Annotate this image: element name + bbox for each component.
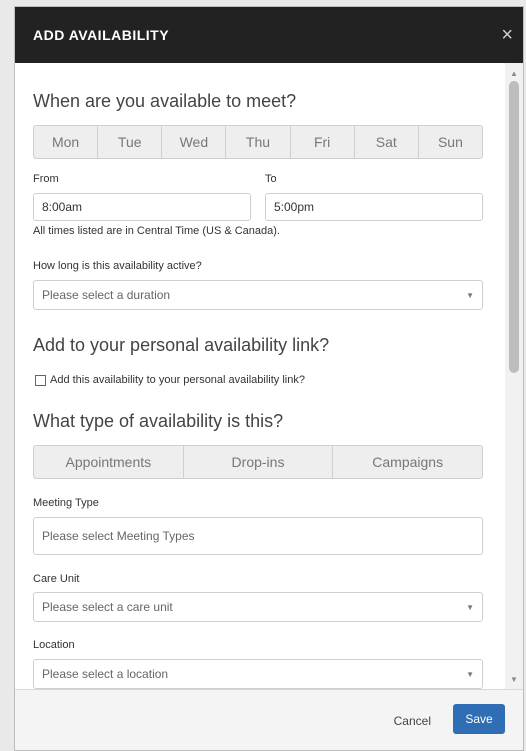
- type-campaigns[interactable]: Campaigns: [333, 446, 482, 478]
- modal-body: When are you available to meet? Mon Tue …: [15, 63, 523, 691]
- duration-placeholder: Please select a duration: [42, 288, 171, 302]
- scroll-thumb[interactable]: [509, 81, 519, 373]
- availability-type-selector: Appointments Drop-ins Campaigns: [33, 445, 483, 479]
- location-label: Location: [33, 639, 75, 651]
- cancel-button[interactable]: Cancel: [394, 714, 431, 728]
- day-mon[interactable]: Mon: [34, 126, 99, 158]
- care-unit-label: Care Unit: [33, 573, 80, 585]
- location-select[interactable]: Please select a location ▼: [33, 659, 483, 689]
- meeting-type-placeholder: Please select Meeting Types: [42, 529, 195, 543]
- duration-select[interactable]: Please select a duration ▼: [33, 280, 483, 310]
- care-unit-select[interactable]: Please select a care unit ▼: [33, 592, 483, 622]
- personal-link-heading: Add to your personal availability link?: [33, 335, 330, 355]
- personal-link-checkbox[interactable]: [35, 374, 46, 386]
- close-icon[interactable]: ×: [501, 25, 513, 45]
- scroll-down-icon[interactable]: ▼: [505, 673, 523, 687]
- meeting-type-select[interactable]: Please select Meeting Types: [33, 517, 483, 555]
- modal-footer: Cancel Save: [15, 689, 523, 750]
- type-drop-ins[interactable]: Drop-ins: [184, 446, 334, 478]
- caret-down-icon: ▼: [466, 290, 474, 300]
- availability-type-heading: What type of availability is this?: [33, 411, 284, 431]
- personal-link-checkbox-row: Add this availability to your personal a…: [35, 374, 305, 386]
- personal-link-checkbox-label: Add this availability to your personal a…: [50, 374, 305, 386]
- caret-down-icon: ▼: [466, 669, 474, 679]
- meeting-type-label: Meeting Type: [33, 497, 99, 509]
- day-wed[interactable]: Wed: [162, 126, 227, 158]
- day-sun[interactable]: Sun: [419, 126, 482, 158]
- location-placeholder: Please select a location: [42, 667, 169, 681]
- availability-heading: When are you available to meet?: [33, 91, 297, 111]
- save-button[interactable]: Save: [453, 704, 505, 734]
- care-unit-placeholder: Please select a care unit: [42, 600, 173, 614]
- add-availability-modal: ADD AVAILABILITY × When are you availabl…: [14, 6, 524, 751]
- timezone-note: All times listed are in Central Time (US…: [33, 225, 280, 237]
- day-thu[interactable]: Thu: [226, 126, 291, 158]
- day-fri[interactable]: Fri: [291, 126, 355, 158]
- type-appointments[interactable]: Appointments: [34, 446, 184, 478]
- modal-header: ADD AVAILABILITY ×: [15, 7, 523, 63]
- scrollbar[interactable]: ▲ ▼: [505, 63, 523, 691]
- to-label: To: [265, 173, 277, 185]
- duration-label: How long is this availability active?: [33, 260, 202, 272]
- modal-title: ADD AVAILABILITY: [33, 27, 170, 43]
- caret-down-icon: ▼: [466, 602, 474, 612]
- day-tue[interactable]: Tue: [98, 126, 163, 158]
- day-sat[interactable]: Sat: [355, 126, 419, 158]
- to-time-input[interactable]: 5:00pm: [265, 193, 483, 221]
- scroll-up-icon[interactable]: ▲: [505, 67, 523, 81]
- from-label: From: [33, 173, 59, 185]
- day-selector: Mon Tue Wed Thu Fri Sat Sun: [33, 125, 483, 159]
- from-time-input[interactable]: 8:00am: [33, 193, 251, 221]
